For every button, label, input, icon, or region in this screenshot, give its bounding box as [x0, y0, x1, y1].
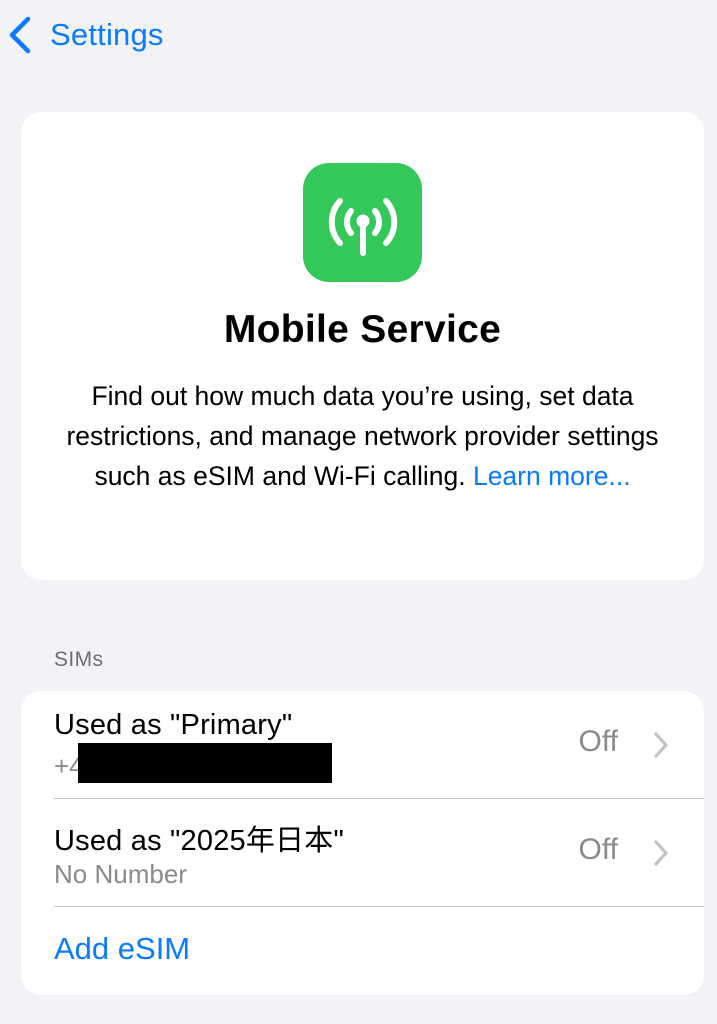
chevron-right-icon [654, 732, 668, 758]
redaction-bar [78, 743, 332, 783]
chevron-right-icon [654, 840, 668, 866]
sims-list: Used as "Primary" +4 Off Used as "2025年日… [21, 691, 704, 995]
row-divider [54, 906, 704, 907]
sim-status: Off [578, 833, 618, 866]
learn-more-link[interactable]: Learn more... [473, 461, 631, 491]
sims-section-header: SIMs [54, 648, 104, 671]
sim-row-primary[interactable]: Used as "Primary" +4 Off [21, 691, 704, 799]
sim-title: Used as "2025年日本" [54, 825, 344, 857]
antenna-signal-icon [328, 197, 397, 256]
sim-title: Used as "Primary" [54, 709, 293, 741]
back-label: Settings [50, 17, 164, 52]
add-esim-button[interactable]: Add eSIM [54, 931, 190, 967]
page-title: Mobile Service [223, 308, 502, 351]
chevron-left-icon [9, 16, 31, 54]
sim-row-japan[interactable]: Used as "2025年日本" No Number Off [21, 799, 704, 907]
mobile-service-app-icon [303, 163, 422, 282]
back-button[interactable]: Settings [6, 12, 164, 58]
info-description: Find out how much data you’re using, set… [63, 376, 663, 496]
sim-status: Off [578, 725, 618, 758]
sim-number: No Number [54, 859, 187, 889]
mobile-service-page: Settings Mobile Service Find out how muc… [0, 0, 717, 1024]
mobile-service-info-card: Mobile Service Find out how much data yo… [21, 112, 704, 580]
